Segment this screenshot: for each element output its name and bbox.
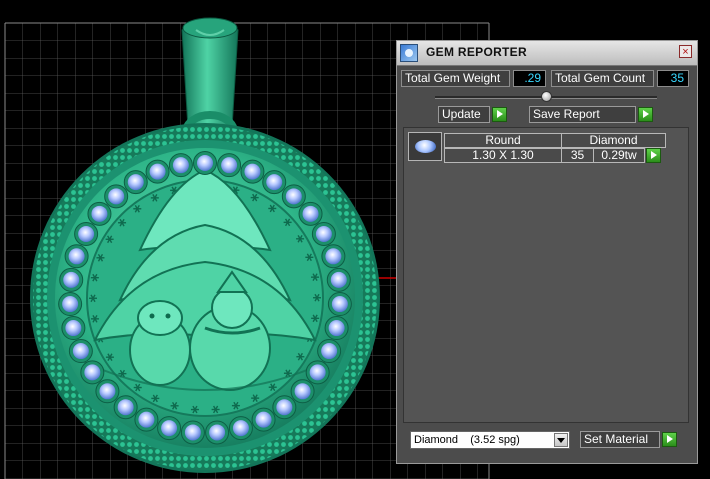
- gem-count-cell: 35: [561, 148, 594, 163]
- gem-stone: [327, 292, 352, 317]
- update-go-arrow-icon[interactable]: [492, 107, 507, 122]
- save-report-go-arrow-icon[interactable]: [638, 107, 653, 122]
- gem-stone: [317, 339, 342, 364]
- gem-stone: [298, 201, 323, 226]
- material-select-value: Diamond (3.52 spg): [414, 434, 520, 446]
- panel-title: GEM REPORTER: [426, 45, 527, 59]
- gem-stone: [95, 379, 120, 404]
- total-gem-weight-value: .29: [513, 70, 546, 87]
- gem-stone: [64, 244, 89, 269]
- title-bar[interactable]: GEM REPORTER ×: [397, 41, 697, 66]
- gem-stone: [272, 395, 297, 420]
- close-button[interactable]: ×: [679, 45, 692, 58]
- size-slider-knob[interactable]: [541, 91, 552, 102]
- total-gem-count-label: Total Gem Count: [551, 70, 654, 87]
- gem-stone: [193, 151, 217, 175]
- column-header-material: Diamond: [561, 133, 666, 148]
- gem-stone: [321, 244, 346, 269]
- gem-stone: [145, 159, 170, 184]
- gem-stone: [240, 159, 265, 184]
- gem-stone: [262, 170, 287, 195]
- set-material-button[interactable]: Set Material: [580, 431, 660, 448]
- gem-stone: [123, 170, 148, 195]
- gem-stone: [168, 153, 193, 178]
- gem-list[interactable]: Round Diamond 1.30 X 1.30 35 0.29tw: [403, 127, 689, 423]
- gem-stone: [180, 420, 205, 445]
- gem-stone: [134, 407, 159, 432]
- gem-stone: [290, 379, 315, 404]
- gem-stone: [228, 416, 253, 441]
- gem-stone: [281, 184, 306, 209]
- total-gem-weight-label: Total Gem Weight: [401, 70, 510, 87]
- save-report-button[interactable]: Save Report: [529, 106, 636, 123]
- gem-stone: [59, 267, 84, 292]
- gem-stone: [326, 267, 351, 292]
- gem-stone: [61, 316, 86, 341]
- gem-stone: [217, 153, 242, 178]
- gem-reporter-icon: [400, 44, 418, 62]
- column-header-shape: Round: [444, 133, 562, 148]
- gem-stone: [311, 222, 336, 247]
- update-button[interactable]: Update: [438, 106, 490, 123]
- gem-stone: [58, 292, 83, 317]
- gem-stone: [157, 416, 182, 441]
- gem-thumbnail[interactable]: [408, 132, 442, 161]
- gem-weight-cell: 0.29tw: [593, 148, 645, 163]
- gem-stone: [74, 222, 99, 247]
- gem-stone: [68, 339, 93, 364]
- gem-stone: [324, 316, 349, 341]
- gem-stone: [205, 420, 230, 445]
- gem-stone: [251, 407, 276, 432]
- gem-reporter-panel: GEM REPORTER × Total Gem Weight .29 Tota…: [396, 40, 698, 464]
- gem-stone: [87, 201, 112, 226]
- round-gem-icon: [415, 140, 436, 153]
- gem-stone: [80, 360, 105, 385]
- gem-stone: [104, 184, 129, 209]
- gem-row-go-arrow-icon[interactable]: [646, 148, 661, 163]
- gem-stone: [113, 395, 138, 420]
- total-gem-count-value: 35: [657, 70, 689, 87]
- set-material-go-arrow-icon[interactable]: [662, 432, 677, 447]
- material-select[interactable]: Diamond (3.52 spg): [410, 431, 570, 449]
- gem-stone: [305, 360, 330, 385]
- gem-size-cell: 1.30 X 1.30: [444, 148, 562, 163]
- chevron-down-icon[interactable]: [554, 433, 568, 447]
